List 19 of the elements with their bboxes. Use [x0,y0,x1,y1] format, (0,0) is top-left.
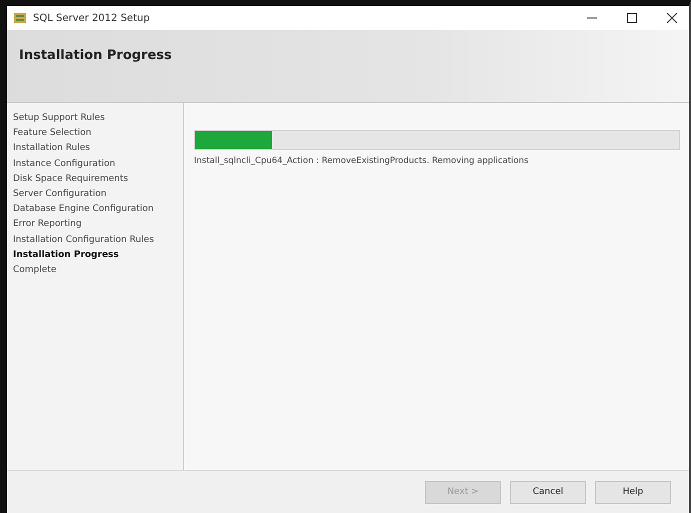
step-item: Server Configuration [13,188,108,199]
window-title: SQL Server 2012 Setup [33,12,150,24]
step-item: Installation Rules [13,143,91,154]
close-icon[interactable] [667,13,677,23]
dialog-button[interactable]: Cancel [510,480,586,504]
dialog-button[interactable]: Help [595,480,671,504]
page-heading: Installation Progress [19,48,172,63]
step-item: Instance Configuration [13,158,116,169]
app-icon [13,11,27,25]
step-item: Complete [13,264,58,275]
step-item: Setup Support Rules [13,113,106,123]
step-item: Installation Progress [13,250,120,260]
step-item: Installation Configuration Rules [13,234,155,244]
step-item: Error Reporting [13,219,83,230]
step-item: Disk Space Requirements [13,174,130,184]
step-item: Database Engine Configuration [13,204,155,214]
step-item: Feature Selection [13,128,92,138]
status-text: Install_sqlncli_Cpu64_Action : RemoveExistingProducts. Removing applications [194,156,530,166]
maximize-icon[interactable] [627,13,637,23]
